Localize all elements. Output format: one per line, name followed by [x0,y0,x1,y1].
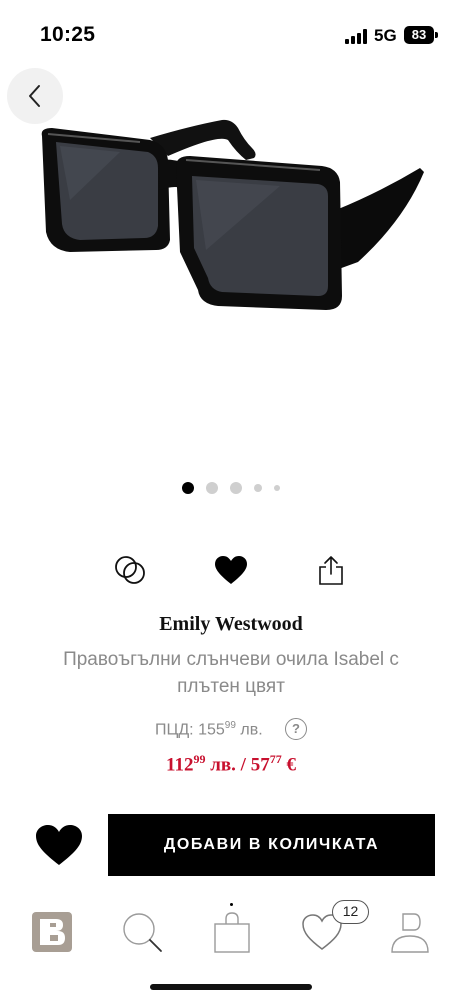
rrp-cents: 99 [224,720,236,731]
price-bgn-currency: лв. [210,754,236,776]
network-type: 5G [374,26,397,45]
pagination-dot[interactable] [182,482,194,494]
pagination-dot[interactable] [206,482,218,494]
share-button[interactable] [311,550,351,590]
signal-icon [345,29,369,44]
price-separator: / [240,754,246,776]
product-image[interactable] [0,100,462,340]
price-bgn-cents: 99 [193,752,206,766]
user-icon [391,913,429,953]
search-icon [123,913,162,952]
home-indicator[interactable] [150,984,312,990]
nav-search[interactable] [118,908,166,956]
gallery-pagination [0,480,462,496]
current-price: 11299 лв. / 5777 € [0,752,462,776]
back-button[interactable] [7,68,63,124]
wishlist-toggle-button[interactable] [32,818,86,872]
nav-home[interactable] [28,908,76,956]
rrp-label: ПЦД: [155,721,194,739]
battery-tip [435,32,438,38]
status-bar: 10:25 5G 83 [0,0,462,60]
price-eur-whole: 57 [250,754,270,776]
info-icon[interactable]: ? [285,718,307,740]
rrp-price-row: ПЦД: 15599 лв. ? [0,718,462,742]
cart-indicator-dot [230,903,233,906]
heart-filled-icon [215,556,247,584]
pagination-dot[interactable] [274,485,280,491]
product-actions [0,550,462,590]
wishlist-count-badge: 12 [332,900,369,924]
price-eur-cents: 77 [269,752,282,766]
price-eur-currency: € [286,754,296,776]
share-icon [319,556,343,585]
battery-level: 83 [411,27,427,42]
rrp-whole: 155 [198,721,225,739]
wishlist-button[interactable] [211,550,251,590]
rrp-currency: лв. [240,721,263,739]
compare-circles-icon [115,556,145,584]
nav-cart[interactable] [208,908,256,956]
nav-profile[interactable] [386,908,434,956]
shopping-bag-icon [214,912,250,953]
compare-button[interactable] [110,550,150,590]
product-title: Правоъгълни слънчеви очила Isabel с плът… [63,649,399,697]
add-to-cart-button[interactable]: ДОБАВИ В КОЛИЧКАТА [108,814,435,876]
brand-name[interactable]: Emily Westwood [0,613,462,636]
rrp-price: ПЦД: 15599 лв. [155,720,263,739]
pagination-dot[interactable] [230,482,242,494]
status-time: 10:25 [40,23,96,46]
battery-icon: 83 [404,26,434,44]
brand-logo-icon [32,912,72,952]
pagination-dot[interactable] [254,484,262,492]
bottom-navigation [0,900,462,964]
heart-filled-icon [36,825,82,865]
chevron-left-icon [29,85,40,107]
price-bgn-whole: 112 [166,754,194,776]
sunglasses-image [41,119,424,310]
